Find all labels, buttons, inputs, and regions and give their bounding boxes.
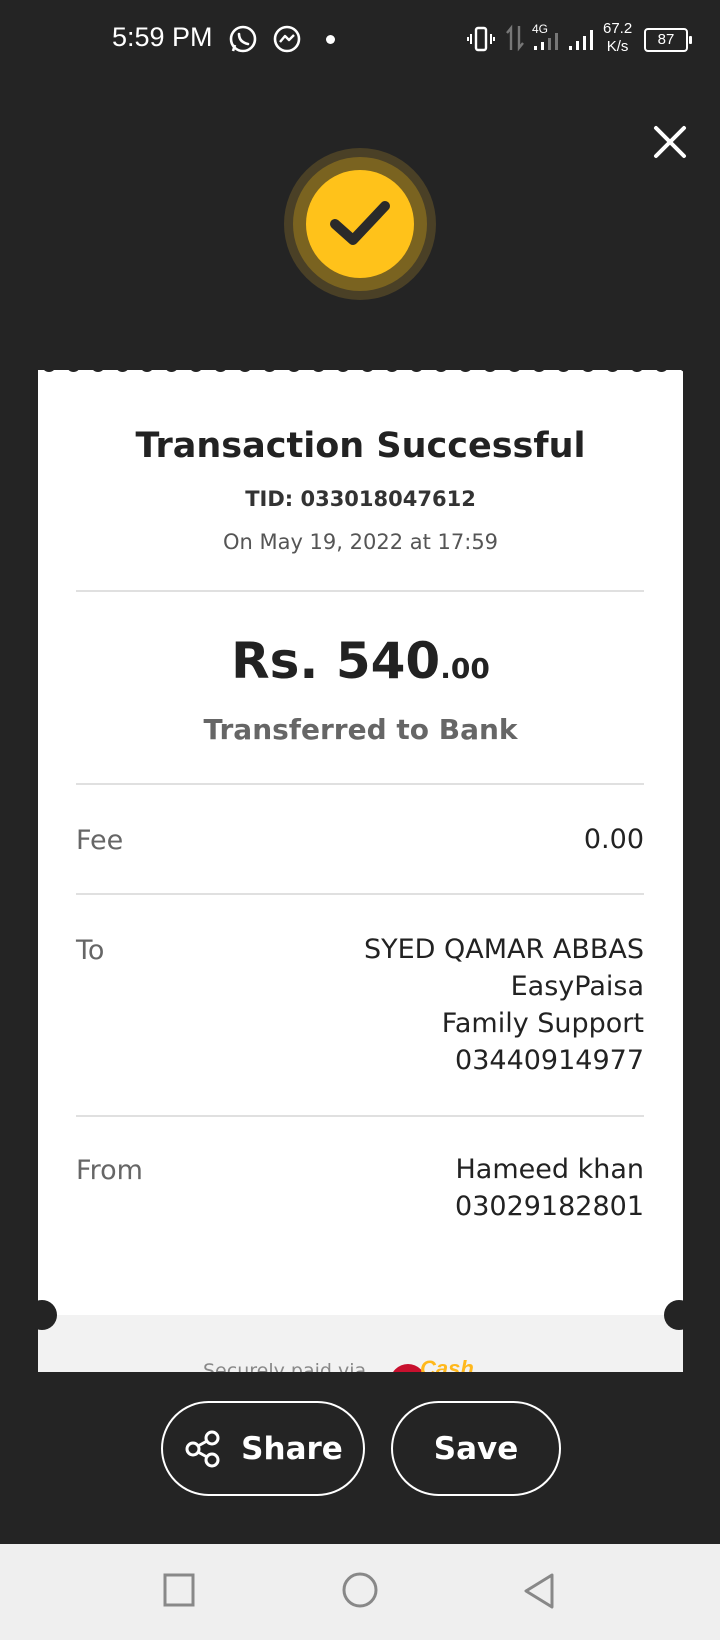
receipt-notch-right [664,1300,694,1330]
share-button[interactable]: Share [161,1401,365,1496]
checkmark-icon [330,201,390,245]
share-icon [185,1430,220,1467]
system-nav-bar [0,1544,720,1640]
footer-text: Securely paid via [203,1360,367,1372]
receipt-card: Transaction Successful TID: 033018047612… [38,370,683,1372]
back-button-icon[interactable] [522,1572,556,1610]
amount-decimal: .00 [440,652,490,685]
fee-value: 0.00 [583,824,644,855]
status-bar: 5:59 PM 4G 67.2 K/s 87 [0,0,720,84]
from-name: Hameed khan [455,1154,645,1185]
divider [76,590,644,592]
amount-subtitle: Transferred to Bank [203,713,518,746]
save-button[interactable]: Save [391,1401,561,1496]
receipt-notch-left [27,1300,57,1330]
divider [76,783,644,785]
home-button-icon[interactable] [340,1572,380,1612]
whatsapp-icon [228,24,258,54]
transaction-id: TID: 033018047612 [245,487,476,511]
share-label: Share [241,1430,343,1467]
signal-icon-2 [567,26,599,56]
from-details: Hameed khan 03029182801 [455,1151,644,1225]
close-icon [654,126,686,158]
receipt-title: Transaction Successful [135,426,586,466]
to-label: To [76,935,105,966]
to-purpose: Family Support [441,1008,644,1039]
data-transfer-icon [505,24,525,56]
save-label: Save [433,1430,519,1467]
status-time: 5:59 PM [112,22,213,52]
close-button[interactable] [650,122,690,162]
vibrate-icon [467,26,495,56]
signal-icon [532,30,564,56]
receipt-scallop-edge [38,362,683,378]
fee-label: Fee [76,825,124,856]
success-badge [306,170,414,278]
messenger-icon [272,24,302,54]
jazzcash-logo: Cash [388,1352,488,1372]
network-speed: 67.2 K/s [603,20,633,55]
to-bank: EasyPaisa [510,971,644,1002]
transaction-amount: Rs. 540.00 [38,632,683,690]
to-account: 03440914977 [455,1045,644,1076]
recents-button-icon[interactable] [162,1572,196,1608]
divider [76,1115,644,1117]
transaction-date: On May 19, 2022 at 17:59 [222,530,499,554]
amount-main: Rs. 540 [231,632,441,690]
from-label: From [76,1155,143,1186]
divider [76,893,644,895]
svg-text:Cash: Cash [420,1356,474,1372]
to-details: SYED QAMAR ABBAS EasyPaisa Family Suppor… [364,931,644,1079]
notification-dot-icon [326,35,335,44]
to-name: SYED QAMAR ABBAS [363,934,644,965]
battery-indicator: 87 [644,28,692,52]
from-account: 03029182801 [455,1191,644,1222]
